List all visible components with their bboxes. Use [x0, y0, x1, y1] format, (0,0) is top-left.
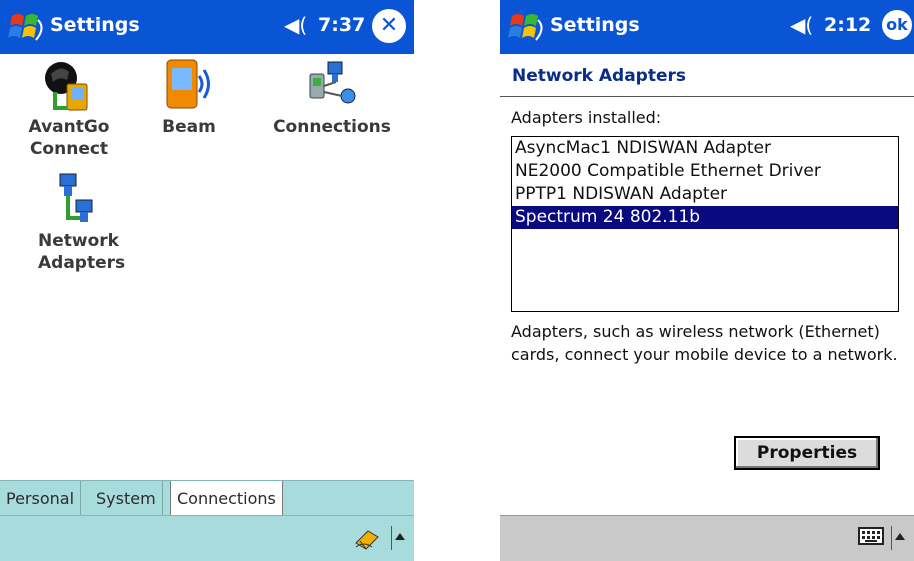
list-item[interactable]: AsyncMac1 NDISWAN Adapter	[512, 137, 898, 160]
speaker-icon[interactable]: ◀︎(	[790, 13, 813, 37]
clock[interactable]: 2:12	[824, 14, 871, 36]
app-title: Settings	[550, 14, 640, 36]
adapters-installed-label: Adapters installed:	[511, 108, 662, 127]
connections-item[interactable]: Connections	[262, 56, 402, 138]
command-bar	[0, 515, 414, 561]
adapters-listbox[interactable]: AsyncMac1 NDISWAN Adapter NE2000 Compati…	[511, 136, 899, 312]
keyboard-icon[interactable]	[858, 525, 884, 547]
app-title: Settings	[50, 14, 140, 36]
handwriting-input-icon[interactable]	[354, 525, 384, 551]
network-adapters-item[interactable]: Network Adapters	[14, 170, 126, 274]
tab-bar: Personal System Connections	[0, 480, 414, 518]
avantgo-connect-icon	[45, 62, 88, 111]
page-title: Network Adapters	[512, 66, 687, 86]
title-bar: Settings ◀︎( 7:37 ✕	[0, 0, 414, 54]
beam-icon	[166, 59, 210, 109]
command-bar	[500, 515, 914, 561]
connections-label: Connections	[273, 117, 391, 137]
windows-start-icon[interactable]	[506, 10, 546, 44]
avantgo-connect-label: AvantGo Connect	[28, 117, 110, 159]
network-adapters-icon	[59, 173, 93, 222]
tab-connections[interactable]: Connections	[170, 481, 283, 518]
tab-system[interactable]: System	[90, 481, 163, 517]
input-panel-arrow-button[interactable]	[891, 526, 906, 550]
clock[interactable]: 7:37	[318, 14, 365, 36]
close-button[interactable]: ✕	[372, 9, 406, 43]
settings-connections-screen: Settings ◀︎( 7:37 ✕ AvantGo Connect Beam	[0, 0, 414, 561]
adapters-description: Adapters, such as wireless network (Ethe…	[511, 322, 898, 364]
list-item[interactable]: NE2000 Compatible Ethernet Driver	[512, 160, 898, 183]
ok-button[interactable]: ok	[882, 10, 912, 40]
connections-icon	[309, 61, 356, 104]
tab-personal[interactable]: Personal	[0, 481, 82, 517]
network-adapters-label: Network Adapters	[38, 231, 126, 273]
properties-button[interactable]: Properties	[734, 436, 880, 470]
beam-item[interactable]: Beam	[144, 56, 234, 138]
avantgo-connect-item[interactable]: AvantGo Connect	[14, 56, 124, 160]
windows-start-icon[interactable]	[6, 10, 46, 44]
list-item[interactable]: PPTP1 NDISWAN Adapter	[512, 183, 898, 206]
title-bar: Settings ◀︎( 2:12 ok	[500, 0, 914, 54]
speaker-icon[interactable]: ◀︎(	[284, 13, 307, 37]
input-panel-arrow-button[interactable]	[391, 526, 406, 550]
list-item-selected[interactable]: Spectrum 24 802.11b	[512, 206, 898, 229]
beam-label: Beam	[162, 117, 216, 137]
network-adapters-screen: Settings ◀︎( 2:12 ok Network Adapters Ad…	[500, 0, 914, 561]
header-divider	[500, 96, 914, 97]
